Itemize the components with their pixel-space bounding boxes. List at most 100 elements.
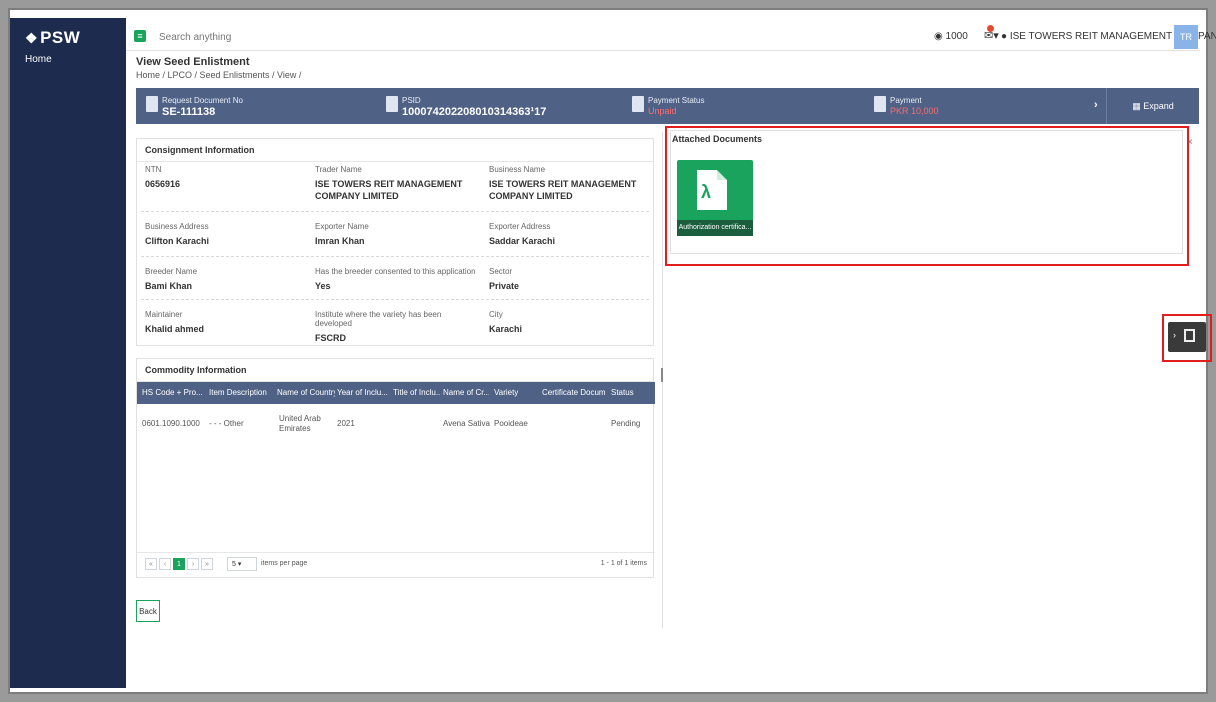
field-value: 0656916 [145, 179, 181, 189]
field-label: Has the breeder consented to this applic… [315, 267, 476, 276]
items-per-page-label: items per page [261, 560, 308, 567]
commodity-heading: Commodity Information [137, 359, 653, 382]
consignment-heading: Consignment Information [137, 139, 653, 162]
hamburger-menu-icon[interactable]: ≡ [134, 30, 146, 42]
field-label: Exporter Address [489, 222, 551, 231]
psid-value: 100074202208010314363¹17 [402, 106, 547, 118]
back-button[interactable]: Back [136, 600, 160, 622]
coin-icon: ◉ [934, 31, 943, 42]
table-cell: United Arab Emirates [279, 414, 321, 433]
request-document-value: SE-111138 [162, 106, 216, 118]
column-header[interactable]: Year of Inclu... [337, 382, 389, 404]
divider [141, 299, 649, 300]
column-header[interactable]: HS Code + Pro... [142, 382, 204, 404]
page-size-select[interactable]: 5 ▾ [227, 557, 257, 571]
summary-bar: Request Document No SE-111138 PSID 10007… [136, 88, 1199, 124]
field-institute: Institute where the variety has been dev… [315, 310, 480, 344]
table-cell: Avena Sativa [443, 419, 490, 428]
column-header[interactable]: Status [611, 382, 651, 404]
payment-label: Payment [890, 96, 922, 105]
column-header[interactable]: Name of Cr... [443, 382, 489, 404]
field-ntn: NTN 0656916 [145, 165, 310, 190]
field-label: Breeder Name [145, 267, 198, 276]
field-breeder-name: Breeder Name Bami Khan [145, 267, 310, 292]
table-cell: - - - Other [209, 419, 244, 428]
field-value: FSCRD [315, 333, 346, 343]
psw-logo[interactable]: ❖ PSW [25, 28, 80, 48]
page-header: View Seed Enlistment Home / LPCO / Seed … [136, 56, 301, 80]
field-value: Karachi [489, 324, 523, 334]
page-size-value: 5 [232, 561, 236, 568]
psw-logo-mark-icon: ❖ [25, 30, 39, 46]
pager-first-button[interactable]: « [145, 558, 157, 570]
field-value: Yes [315, 281, 331, 291]
wallet-icon [632, 96, 644, 112]
notification-badge [987, 25, 994, 32]
page-title: View Seed Enlistment [136, 56, 250, 68]
table-cell: Pooideae [494, 419, 528, 428]
table-header: HS Code + Pro... Item Description Name o… [137, 382, 655, 404]
column-header[interactable]: Item Description [209, 382, 271, 404]
chevron-right-icon[interactable]: › [1094, 99, 1098, 111]
breadcrumb[interactable]: Home / LPCO / Seed Enlistments / View / [136, 70, 301, 80]
table-cell: Pending [611, 419, 641, 428]
field-label: Maintainer [145, 310, 183, 319]
psid-label: PSID [402, 96, 421, 105]
psw-logo-text: PSW [40, 28, 81, 47]
field-value: Clifton Karachi [145, 236, 210, 246]
notification-icon[interactable]: ✉▾ [984, 25, 999, 42]
field-business-name: Business Name ISE TOWERS REIT MANAGEMENT… [489, 165, 654, 202]
field-label: City [489, 310, 503, 319]
pager-next-button[interactable]: › [187, 558, 199, 570]
field-label: Sector [489, 267, 513, 276]
highlight-box [665, 126, 1189, 266]
field-label: Trader Name [315, 165, 362, 174]
field-value: Khalid ahmed [145, 324, 205, 334]
sidebar [10, 18, 126, 688]
column-header[interactable]: Variety [494, 382, 534, 404]
highlight-box [1162, 314, 1212, 362]
field-value: Imran Khan [315, 236, 365, 246]
field-breeder-consent: Has the breeder consented to this applic… [315, 267, 480, 292]
payment-value: PKR 10,000 [890, 106, 939, 116]
field-value: ISE TOWERS REIT MANAGEMENT COMPANY LIMIT… [489, 179, 637, 201]
payment-status-label: Payment Status [648, 96, 705, 105]
payment-status-value: Unpaid [648, 106, 677, 116]
field-value: Saddar Karachi [489, 236, 556, 246]
field-label: Institute where the variety has been dev… [315, 310, 442, 328]
credits-display[interactable]: ◉ 1000 [934, 31, 968, 42]
table-cell: 0601.1090.1000 [142, 419, 200, 428]
search-input[interactable]: Search anything [159, 32, 231, 43]
resize-handle[interactable] [661, 368, 663, 382]
field-label: Business Address [145, 222, 209, 231]
pagination: « ‹ 1 › » 5 ▾ items per page 1 - 1 of 1 … [137, 552, 655, 577]
credits-value: 1000 [945, 31, 968, 42]
field-value: Bami Khan [145, 281, 193, 291]
chevron-down-icon: ▾ [237, 561, 242, 568]
field-value: ISE TOWERS REIT MANAGEMENT COMPANY LIMIT… [315, 179, 463, 201]
field-exporter-address: Exporter Address Saddar Karachi [489, 222, 654, 247]
column-header[interactable]: Certificate Docum... [542, 382, 606, 404]
wallet-icon [386, 96, 398, 112]
column-header[interactable]: Title of Inclu... [393, 382, 441, 404]
field-label: Business Name [489, 165, 546, 174]
sidebar-item-home[interactable]: Home [25, 54, 52, 65]
field-maintainer: Maintainer Khalid ahmed [145, 310, 310, 335]
divider [141, 211, 649, 212]
pager-page-button[interactable]: 1 [173, 558, 185, 570]
field-business-address: Business Address Clifton Karachi [145, 222, 310, 247]
field-label: NTN [145, 165, 162, 174]
wallet-icon [874, 96, 886, 112]
pager-count: 1 - 1 of 1 items [600, 560, 647, 567]
document-icon [146, 96, 158, 112]
expand-button[interactable]: ▦ Expand [1106, 88, 1199, 124]
avatar[interactable]: TR [1174, 25, 1198, 49]
pager-last-button[interactable]: » [201, 558, 213, 570]
pager-prev-button[interactable]: ‹ [159, 558, 171, 570]
field-sector: Sector Private [489, 267, 654, 292]
table-cell: 2021 [337, 419, 355, 428]
user-icon: ● [1001, 31, 1008, 42]
field-label: Exporter Name [315, 222, 369, 231]
column-header[interactable]: Name of Country [277, 382, 335, 404]
field-city: City Karachi [489, 310, 654, 335]
